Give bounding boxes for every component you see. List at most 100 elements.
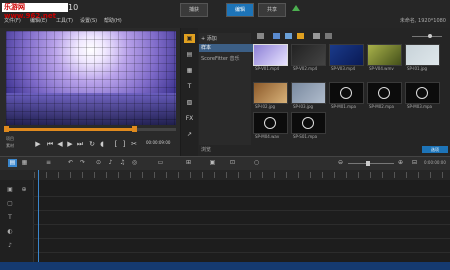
list-view-icon[interactable] (325, 33, 332, 39)
add-folder-button[interactable]: + 添加 (201, 35, 217, 42)
upload-icon[interactable] (292, 5, 300, 11)
media-thumbnail-label: SP-I02.jpg (255, 104, 276, 109)
trim-start-handle[interactable] (4, 126, 9, 132)
timeline-tracks[interactable] (0, 180, 450, 270)
mark-out-icon[interactable]: ] (120, 140, 128, 148)
folder-sample[interactable]: 样本 (199, 44, 253, 52)
path-icon[interactable]: ↗ (184, 130, 195, 139)
volume-icon[interactable]: ◖ (98, 140, 106, 148)
zoom-out-icon[interactable]: ⊖ (336, 159, 345, 167)
title-icon[interactable]: T (184, 82, 195, 91)
record-icon[interactable]: ⊙ (94, 159, 103, 167)
overlay-track-icon[interactable]: ▢ (6, 200, 14, 208)
timeline-view-icon[interactable]: ▤ (8, 159, 17, 167)
split-screen-icon[interactable]: ⊡ (228, 159, 237, 167)
media-thumbnail[interactable] (291, 82, 326, 104)
screen-record-icon[interactable]: ▣ (208, 159, 217, 167)
app-version: 10 (68, 3, 79, 12)
undo-icon[interactable]: ↶ (66, 159, 75, 167)
folder-icon[interactable] (257, 33, 264, 39)
subtitle-icon[interactable]: ▭ (156, 159, 165, 167)
play-icon[interactable]: ▶ (34, 140, 42, 148)
home-icon[interactable]: ⏮ (46, 140, 54, 148)
audio-disc-icon (302, 117, 314, 129)
media-thumbnail-label: SP-V04.wmv (369, 66, 394, 71)
menu-edit[interactable]: 编辑(E) (30, 17, 47, 25)
music-track-icon[interactable]: ♪ (6, 242, 14, 250)
zoom-in-icon[interactable]: ⊕ (396, 159, 405, 167)
show-audio-icon[interactable] (297, 33, 304, 39)
preview-screen (6, 31, 176, 125)
media-thumbnail-label: SP-V02.mp4 (293, 66, 318, 71)
show-image-icon[interactable] (285, 33, 292, 39)
graphic-icon[interactable]: ▧ (184, 98, 195, 107)
media-thumbnail[interactable] (291, 44, 326, 66)
split-icon[interactable]: ✂ (130, 140, 138, 148)
title-track-icon[interactable]: T (6, 214, 14, 222)
menu-file[interactable]: 文件(F) (4, 17, 21, 25)
timecode[interactable]: 00:00:09:00 (146, 140, 170, 145)
media-icon[interactable]: ▣ (184, 34, 195, 43)
show-video-icon[interactable] (273, 33, 280, 39)
options-button[interactable]: 选项 (422, 146, 448, 153)
media-thumbnail[interactable] (405, 44, 440, 66)
os-taskbar (0, 262, 450, 270)
media-thumbnail[interactable] (405, 82, 440, 104)
video-track-icon[interactable]: ▣ (6, 186, 14, 194)
menu-settings[interactable]: 设置(S) (80, 17, 97, 25)
all-tracks-icon[interactable]: ⊕ (20, 186, 28, 194)
project-mode-label[interactable]: 项目 (6, 136, 14, 142)
voice-track-icon[interactable]: ◐ (6, 228, 14, 236)
filter-icon[interactable]: FX (184, 114, 195, 123)
media-thumbnail[interactable] (367, 44, 402, 66)
tab-share[interactable]: 共享 (258, 3, 286, 17)
clip-mode-label[interactable]: 素材 (6, 143, 14, 149)
media-thumbnail-label: SP-I01.jpg (407, 66, 428, 71)
storyboard-view-icon[interactable]: ▦ (20, 159, 29, 167)
media-thumbnail-label: SP-M03.mpa (407, 104, 433, 109)
mark-in-icon[interactable]: [ (112, 140, 120, 148)
media-thumbnail[interactable] (253, 112, 288, 134)
ruler-ticks (34, 172, 450, 178)
media-thumbnail[interactable] (367, 82, 402, 104)
tab-edit[interactable]: 编辑 (226, 3, 254, 17)
playhead[interactable] (38, 170, 39, 270)
menu-help[interactable]: 帮助(H) (104, 17, 122, 25)
add-label: 添加 (206, 36, 217, 42)
project-info: 未命名, 1920*1080 (399, 18, 446, 24)
media-thumbnail-label: SP-V03.mp4 (331, 66, 356, 71)
prev-frame-icon[interactable]: ◀ (56, 140, 64, 148)
track-manager-icon[interactable]: ≡ (44, 159, 53, 167)
end-icon[interactable]: ⏭ (76, 140, 84, 148)
auto-music-icon[interactable]: ♫ (118, 159, 127, 167)
thumb-size-slider[interactable] (412, 36, 442, 37)
trim-end-handle[interactable] (132, 126, 137, 132)
redo-icon[interactable]: ↷ (78, 159, 87, 167)
transition-icon[interactable]: ▦ (184, 66, 195, 75)
motion-tracking-icon[interactable]: ◎ (130, 159, 139, 167)
multi-cam-icon[interactable]: ⊞ (184, 159, 193, 167)
media-thumbnail-label: SP-M04.wav (255, 134, 280, 139)
fit-project-icon[interactable]: ⊟ (410, 159, 419, 167)
tab-capture[interactable]: 捕获 (180, 3, 208, 17)
browse-button[interactable]: 浏览 (201, 146, 211, 153)
zoom-handle[interactable] (366, 161, 370, 166)
menu-tools[interactable]: 工具(T) (56, 17, 73, 25)
folder-scorefitter[interactable]: ScoreFitter 音乐 (201, 55, 240, 62)
media-thumbnail[interactable] (329, 44, 364, 66)
media-thumbnail[interactable] (253, 44, 288, 66)
zoom-slider[interactable] (348, 163, 394, 164)
mask-icon[interactable]: ○ (252, 159, 261, 167)
media-thumbnail-label: SP-M02.mpa (369, 104, 395, 109)
next-frame-icon[interactable]: ▶ (66, 140, 74, 148)
media-thumbnail[interactable] (329, 82, 364, 104)
repeat-icon[interactable]: ↻ (88, 140, 96, 148)
media-thumbnail-label: SP-S01.mpa (293, 134, 318, 139)
thumb-size-handle[interactable] (428, 34, 432, 38)
sort-icon[interactable] (313, 33, 320, 39)
instant-project-icon[interactable]: ▤ (184, 50, 195, 59)
sound-mixer-icon[interactable]: ♪ (106, 159, 115, 167)
media-thumbnail-label: SP-M01.mpa (331, 104, 357, 109)
media-thumbnail[interactable] (253, 82, 288, 104)
media-thumbnail[interactable] (291, 112, 326, 134)
